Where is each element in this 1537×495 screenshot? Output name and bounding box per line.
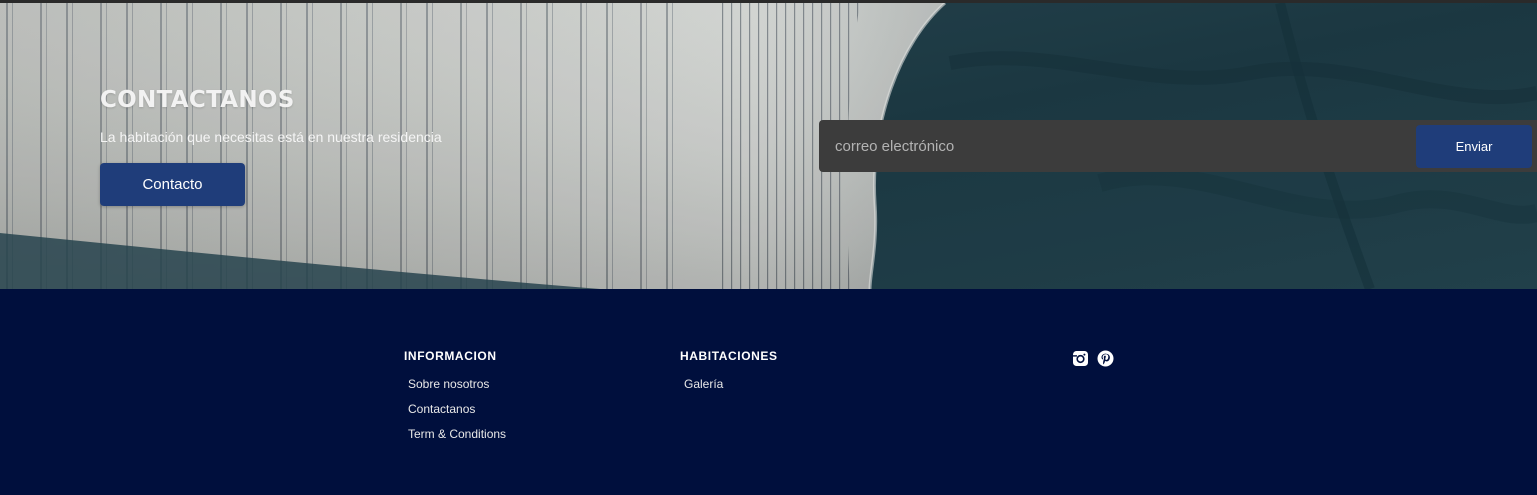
footer-rooms-links: Galería — [680, 375, 778, 393]
contact-hero: CONTACTANOS La habitación que necesitas … — [0, 3, 1537, 289]
newsletter-form: Enviar — [819, 120, 1537, 172]
hero-subtitle: La habitación que necesitas está en nues… — [100, 129, 442, 145]
send-button[interactable]: Enviar — [1416, 125, 1532, 168]
hero-title: CONTACTANOS — [100, 87, 295, 113]
email-input[interactable] — [819, 120, 1414, 172]
footer-link-contact[interactable]: Contactanos — [408, 401, 475, 417]
contact-button[interactable]: Contacto — [100, 163, 245, 206]
pinterest-icon[interactable] — [1097, 350, 1114, 367]
footer-rooms-column: HABITACIONES Galería — [680, 349, 778, 400]
footer: INFORMACION Sobre nosotros Contactanos T… — [0, 289, 1537, 495]
footer-heading-rooms: HABITACIONES — [680, 349, 778, 363]
instagram-icon[interactable] — [1072, 350, 1089, 367]
footer-heading-info: INFORMACION — [404, 349, 497, 363]
footer-info-column: INFORMACION Sobre nosotros Contactanos T… — [404, 349, 506, 450]
footer-link-about[interactable]: Sobre nosotros — [408, 376, 489, 392]
footer-link-gallery[interactable]: Galería — [684, 376, 723, 392]
footer-link-terms[interactable]: Term & Conditions — [408, 426, 506, 442]
social-links — [1072, 350, 1114, 367]
footer-info-links: Sobre nosotros Contactanos Term & Condit… — [404, 375, 506, 443]
